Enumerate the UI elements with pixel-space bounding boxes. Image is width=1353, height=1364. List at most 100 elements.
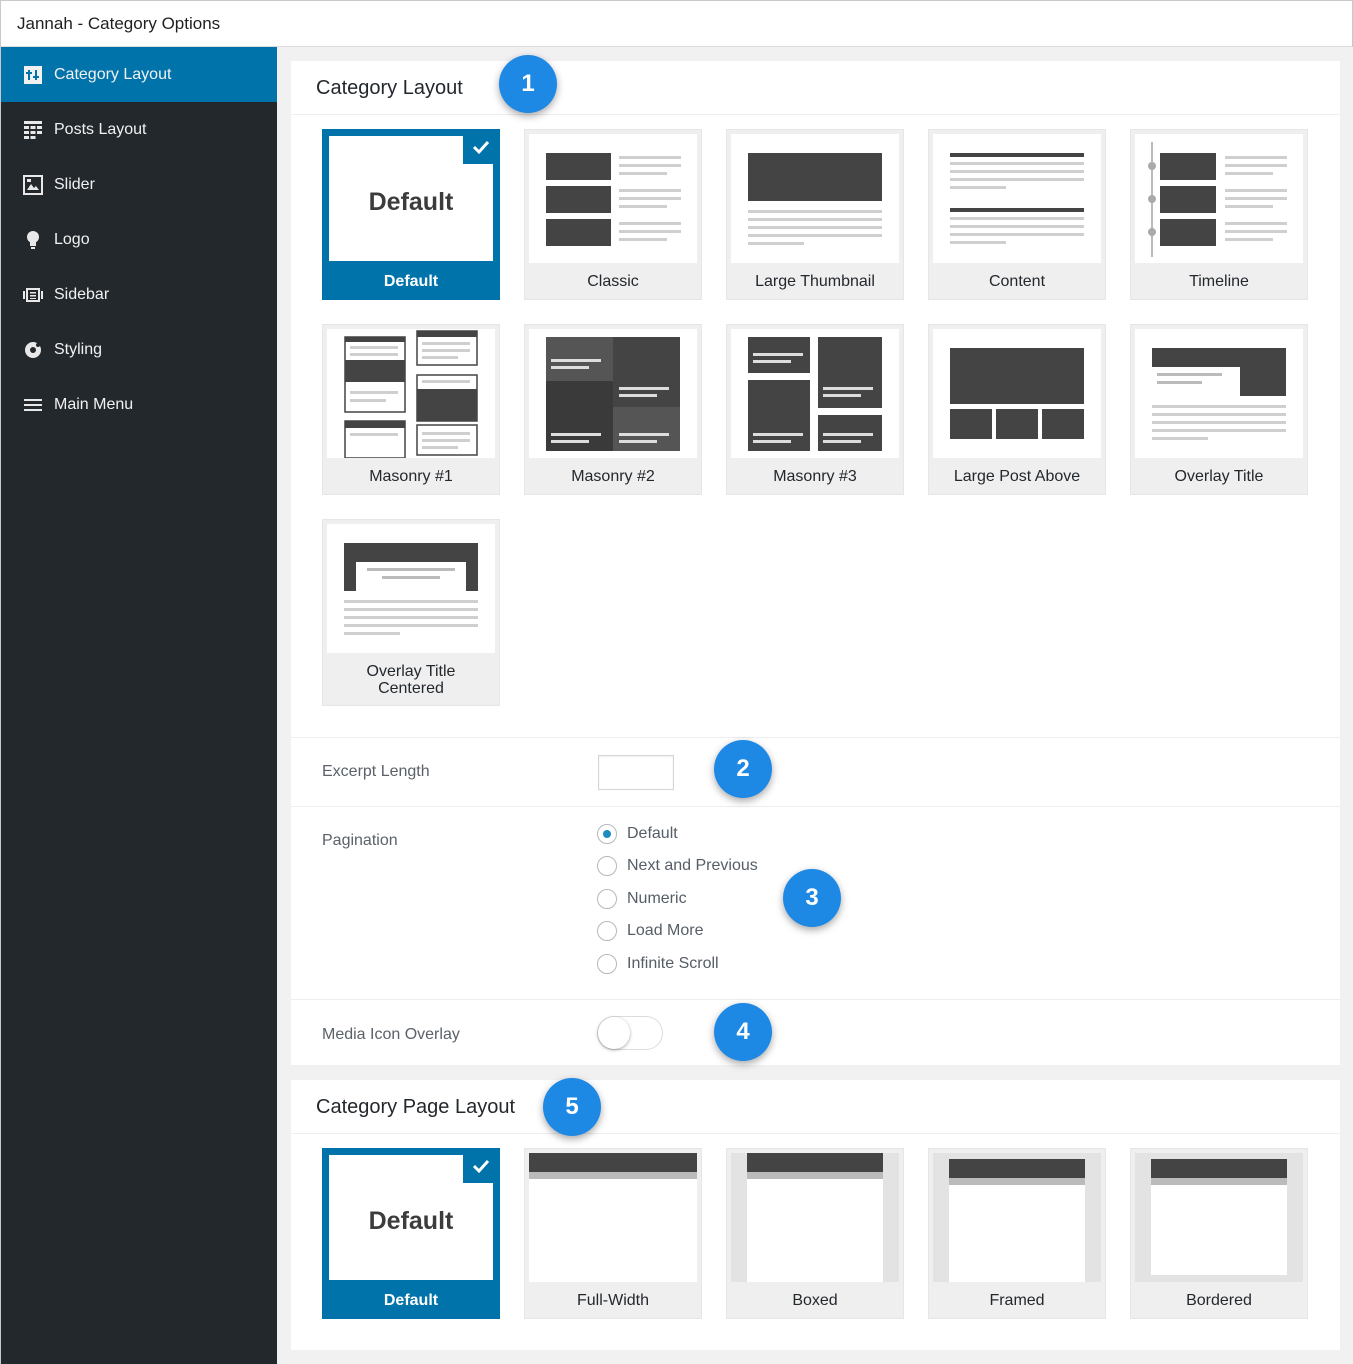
masonry-1-layout-thumb — [327, 329, 495, 458]
option-label: Content — [988, 273, 1046, 290]
framed-layout-thumb — [933, 1153, 1101, 1282]
option-label: Large Post Above — [953, 468, 1081, 485]
panel-title: Category Page Layout — [316, 1096, 516, 1118]
option-label: Default — [383, 1292, 439, 1309]
divider — [291, 999, 1340, 1000]
layout-option-overlay-title[interactable]: Overlay Title — [1130, 324, 1308, 495]
sidebar-item-label: Slider — [54, 176, 95, 193]
panel-header: Category Layout — [291, 61, 1340, 115]
sidebar-item-label: Logo — [54, 231, 90, 248]
category-page-layout-panel: Category Page Layout 5 Default Default F… — [291, 1078, 1340, 1350]
media-icon-overlay-toggle[interactable] — [597, 1016, 663, 1050]
selected-check-icon — [463, 1149, 499, 1183]
radio-label: Numeric — [627, 890, 687, 907]
layout-option-overlay-title-centered[interactable]: Overlay Title Centered — [322, 519, 500, 706]
radio-label: Infinite Scroll — [627, 955, 719, 972]
layout-option-default[interactable]: Default Default — [322, 129, 500, 300]
content-layout-thumb — [933, 134, 1101, 263]
layout-icon — [24, 66, 42, 84]
excerpt-length-input[interactable] — [598, 755, 674, 790]
large-thumbnail-layout-thumb — [731, 134, 899, 263]
option-label: Large Thumbnail — [755, 273, 875, 290]
option-label: Overlay Title — [1174, 468, 1264, 485]
step-badge-4: 4 — [714, 1003, 772, 1061]
panel-header: Category Page Layout — [291, 1080, 1340, 1134]
toggle-knob — [598, 1017, 630, 1049]
layout-option-classic[interactable]: Classic — [524, 129, 702, 300]
category-layout-panel: Category Layout 1 Default Default Classi… — [291, 55, 1340, 1065]
masonry-2-layout-thumb — [529, 329, 697, 458]
layout-option-masonry-2[interactable]: Masonry #2 — [524, 324, 702, 495]
radio-label: Load More — [627, 922, 704, 939]
option-label: Boxed — [792, 1292, 838, 1309]
option-label: Timeline — [1189, 273, 1249, 290]
option-label: Classic — [587, 273, 639, 290]
sidebar-nav: Category Layout Posts Layout Slider Logo… — [1, 47, 277, 1364]
overlay-title-centered-layout-thumb — [327, 524, 495, 653]
divider — [291, 806, 1340, 807]
default-thumb-text: Default — [368, 1207, 454, 1235]
gallery-icon — [23, 175, 43, 195]
page-layout-option-boxed[interactable]: Boxed — [726, 1148, 904, 1319]
radio-button[interactable] — [597, 921, 617, 941]
masonry-3-layout-thumb — [731, 329, 899, 458]
layout-option-large-thumbnail[interactable]: Large Thumbnail — [726, 129, 904, 300]
pagination-label: Pagination — [322, 832, 398, 849]
option-label: Masonry #1 — [369, 468, 453, 485]
step-badge-5: 5 — [543, 1078, 601, 1136]
sidebar-item-posts-layout[interactable]: Posts Layout — [1, 102, 277, 157]
option-label-line1: Overlay Title — [366, 663, 456, 680]
layout-option-masonry-1[interactable]: Masonry #1 — [322, 324, 500, 495]
sidebar-item-main-menu[interactable]: Main Menu — [1, 377, 277, 432]
excerpt-length-label: Excerpt Length — [322, 763, 430, 780]
sidebar-item-logo[interactable]: Logo — [1, 212, 277, 267]
sidebar-item-label: Category Layout — [54, 66, 172, 83]
sidebar-item-slider[interactable]: Slider — [1, 157, 277, 212]
media-icon-overlay-label: Media Icon Overlay — [322, 1026, 460, 1043]
large-post-above-layout-thumb — [933, 329, 1101, 458]
step-badge-3: 3 — [783, 869, 841, 927]
page-layout-option-full-width[interactable]: Full-Width — [524, 1148, 702, 1319]
step-badge-1: 1 — [499, 55, 557, 113]
menu-icon — [24, 399, 42, 411]
step-badge-2: 2 — [714, 740, 772, 798]
lightbulb-icon — [27, 231, 39, 249]
option-label: Full-Width — [576, 1292, 649, 1309]
boxed-layout-thumb — [731, 1153, 899, 1282]
options-window: Jannah - Category Options Category Layou… — [0, 0, 1353, 1364]
timeline-layout-thumb — [1135, 134, 1303, 263]
main-content: Category Layout 1 Default Default Classi… — [277, 47, 1353, 1364]
layout-option-content[interactable]: Content — [928, 129, 1106, 300]
layout-option-masonry-3[interactable]: Masonry #3 — [726, 324, 904, 495]
page-layout-option-framed[interactable]: Framed — [928, 1148, 1106, 1319]
radio-button[interactable] — [597, 856, 617, 876]
full-width-layout-thumb — [529, 1153, 697, 1282]
radio-label: Default — [627, 825, 678, 842]
sidebar-item-category-layout[interactable]: Category Layout — [1, 47, 277, 102]
option-label: Masonry #3 — [773, 468, 857, 485]
radio-button[interactable] — [597, 954, 617, 974]
page-layout-option-default[interactable]: Default Default — [322, 1148, 500, 1319]
option-label: Default — [383, 273, 439, 290]
sidebar-item-label: Posts Layout — [54, 121, 147, 138]
bordered-layout-thumb — [1135, 1153, 1303, 1282]
option-label: Masonry #2 — [571, 468, 655, 485]
overlay-title-layout-thumb — [1135, 329, 1303, 458]
window-title: Jannah - Category Options — [17, 14, 221, 33]
sidebar-item-label: Main Menu — [54, 396, 134, 413]
layout-option-timeline[interactable]: Timeline — [1130, 129, 1308, 300]
option-label-line2: Centered — [378, 680, 444, 697]
layout-option-large-post-above[interactable]: Large Post Above — [928, 324, 1106, 495]
grid-icon — [24, 121, 42, 139]
sidebar-item-label: Sidebar — [54, 286, 110, 303]
sidebar-item-label: Styling — [54, 341, 103, 358]
divider — [291, 737, 1340, 738]
radio-button[interactable] — [597, 889, 617, 909]
window-titlebar: Jannah - Category Options — [1, 1, 1352, 47]
sidebar-item-styling[interactable]: Styling — [1, 322, 277, 377]
panel-title: Category Layout — [316, 77, 463, 99]
sidebar-item-sidebar[interactable]: Sidebar — [1, 267, 277, 322]
radio-button[interactable] — [597, 824, 617, 844]
page-layout-option-bordered[interactable]: Bordered — [1130, 1148, 1308, 1319]
selected-check-icon — [463, 130, 499, 164]
